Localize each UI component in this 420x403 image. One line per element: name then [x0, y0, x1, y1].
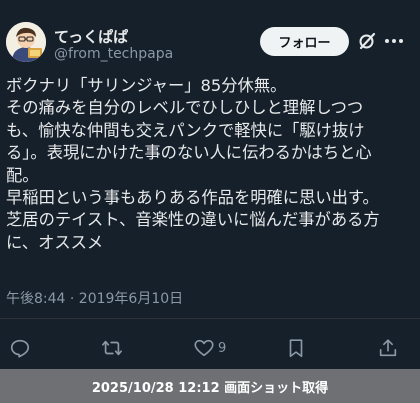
tweet-text-line: 早稲田という事もありある作品を明確に思い出す。 — [6, 188, 379, 208]
like-count: 9 — [218, 340, 227, 356]
tweet-text-line: に、オススメ — [6, 232, 104, 252]
user-handle[interactable]: @from_techpapa — [54, 46, 173, 62]
reply-icon — [10, 339, 30, 358]
share-button[interactable] — [377, 336, 399, 360]
illustrated-person-avatar-icon — [6, 22, 46, 62]
reply-button[interactable] — [9, 336, 31, 360]
tweet-text-line: 配。 — [6, 165, 39, 185]
divider — [0, 318, 420, 319]
retweet-button[interactable] — [101, 336, 123, 360]
capture-timestamp-text: 2025/10/28 12:12 画面ショット取得 — [91, 380, 329, 396]
tweet-text-line: る」。表現にかけた事のない人に伝わるかはちと心 — [6, 143, 372, 163]
share-icon — [379, 339, 397, 357]
tweet-text-line: 芝居のテイスト、音楽性の違いに悩んだ事がある方 — [6, 210, 380, 230]
like-button[interactable]: 9 — [193, 336, 226, 360]
avatar[interactable] — [6, 22, 46, 62]
tweet-card: てっくぱぱ @from_techpapa フォロー ボクナリ「サリンジャー」85… — [0, 0, 420, 403]
capture-footer: 2025/10/28 12:12 画面ショット取得 — [0, 369, 420, 403]
tweet-text-line: ボクナリ「サリンジャー」85分休無。 — [6, 76, 287, 95]
tweet-timestamp[interactable]: 午後8:44 · 2019年6月10日 — [6, 288, 183, 308]
bookmark-icon — [289, 339, 303, 358]
bookmark-button[interactable] — [285, 336, 307, 360]
display-name[interactable]: てっくぱぱ — [54, 26, 128, 47]
heart-icon — [194, 339, 214, 357]
tweet-text-line: も、愉快な仲間も交えパンクで軽快に「駆け抜け — [6, 120, 365, 140]
retweet-icon — [102, 340, 122, 356]
more-dots-icon[interactable] — [382, 31, 406, 51]
tweet-header: てっくぱぱ @from_techpapa フォロー — [0, 0, 420, 72]
follow-button[interactable]: フォロー — [260, 27, 349, 56]
tweet-text-line: その痛みを自分のレベルでひしひしと理解しつつ — [6, 98, 364, 118]
tweet-text: ボクナリ「サリンジャー」85分休無。 その痛みを自分のレベルでひしひしと理解しつ… — [6, 75, 414, 254]
grok-slash-icon[interactable] — [357, 31, 377, 51]
